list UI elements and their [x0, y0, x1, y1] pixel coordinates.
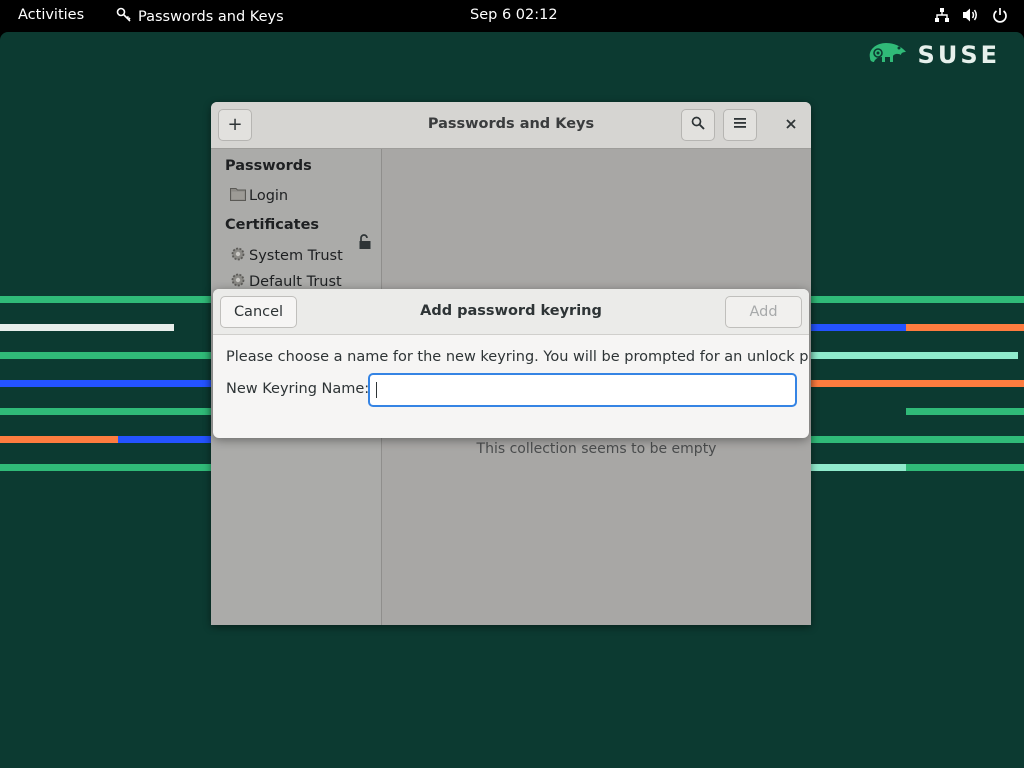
add-keyring-dialog: Cancel Add password keyring Add Please c… — [213, 289, 809, 438]
wallpaper-stripe — [906, 324, 1024, 331]
sidebar-item-label: Default Trust — [249, 274, 342, 290]
wallpaper-stripe — [0, 408, 212, 415]
empty-collection-message: This collection seems to be empty — [476, 441, 717, 457]
wallpaper-stripe — [810, 464, 906, 471]
text-caret — [376, 382, 377, 398]
keys-icon — [116, 7, 132, 27]
gear-icon — [230, 246, 246, 266]
sidebar-item-label: System Trust — [249, 248, 343, 264]
sidebar-item-system-trust[interactable]: System Trust — [230, 246, 343, 266]
dialog-message: Please choose a name for the new keyring… — [226, 349, 809, 365]
wallpaper-stripe — [0, 324, 174, 331]
wallpaper-stripe — [810, 380, 1024, 387]
sidebar-item-login[interactable]: Login — [230, 187, 288, 205]
wallpaper-stripe — [810, 324, 906, 331]
wallpaper-stripe — [118, 436, 212, 443]
sidebar-item-label: Login — [249, 188, 289, 204]
hamburger-icon — [733, 117, 747, 133]
window-title: Passwords and Keys — [427, 116, 595, 132]
add-keyring-button[interactable]: Add — [725, 296, 802, 328]
wallpaper-stripe — [906, 464, 1024, 471]
keyring-name-input[interactable] — [368, 373, 797, 407]
keyring-name-label: New Keyring Name: — [226, 381, 370, 397]
brand-wordmark: SUSE — [917, 41, 1000, 69]
power-icon[interactable] — [992, 7, 1008, 23]
volume-icon[interactable] — [962, 7, 980, 23]
wallpaper-stripe — [810, 436, 1024, 443]
wallpaper-stripe — [0, 436, 118, 443]
top-bar: Activities Passwords and Keys Sep 6 02:1… — [0, 0, 1024, 32]
dialog-title: Add password keyring — [420, 303, 602, 319]
close-window-button[interactable] — [785, 115, 797, 134]
search-button[interactable] — [681, 109, 715, 141]
main-menu-button[interactable] — [723, 109, 757, 141]
wallpaper-stripe — [0, 352, 212, 359]
app-menu[interactable]: Passwords and Keys — [116, 7, 284, 27]
folder-icon — [230, 187, 246, 205]
status-area[interactable] — [934, 7, 1008, 23]
chameleon-icon — [866, 40, 910, 70]
unlock-icon[interactable] — [358, 234, 372, 254]
dialog-header: Cancel Add password keyring Add — [213, 289, 809, 335]
clock[interactable]: Sep 6 02:12 — [470, 7, 558, 23]
wallpaper-stripe — [0, 464, 212, 471]
wallpaper-stripe — [906, 408, 1024, 415]
passwords-heading: Passwords — [225, 158, 312, 174]
wallpaper-stripe — [810, 296, 1024, 303]
activities-button[interactable]: Activities — [18, 7, 84, 23]
header-bar: + Passwords and Keys — [211, 102, 811, 149]
certificates-heading: Certificates — [225, 217, 320, 233]
network-icon[interactable] — [934, 7, 950, 23]
wallpaper-stripe — [0, 380, 212, 387]
suse-logo: SUSE — [866, 40, 1000, 70]
app-name: Passwords and Keys — [138, 9, 284, 25]
wallpaper-stripe — [0, 296, 212, 303]
wallpaper-stripe — [810, 352, 1018, 359]
search-icon — [691, 116, 705, 134]
close-icon — [785, 115, 797, 134]
